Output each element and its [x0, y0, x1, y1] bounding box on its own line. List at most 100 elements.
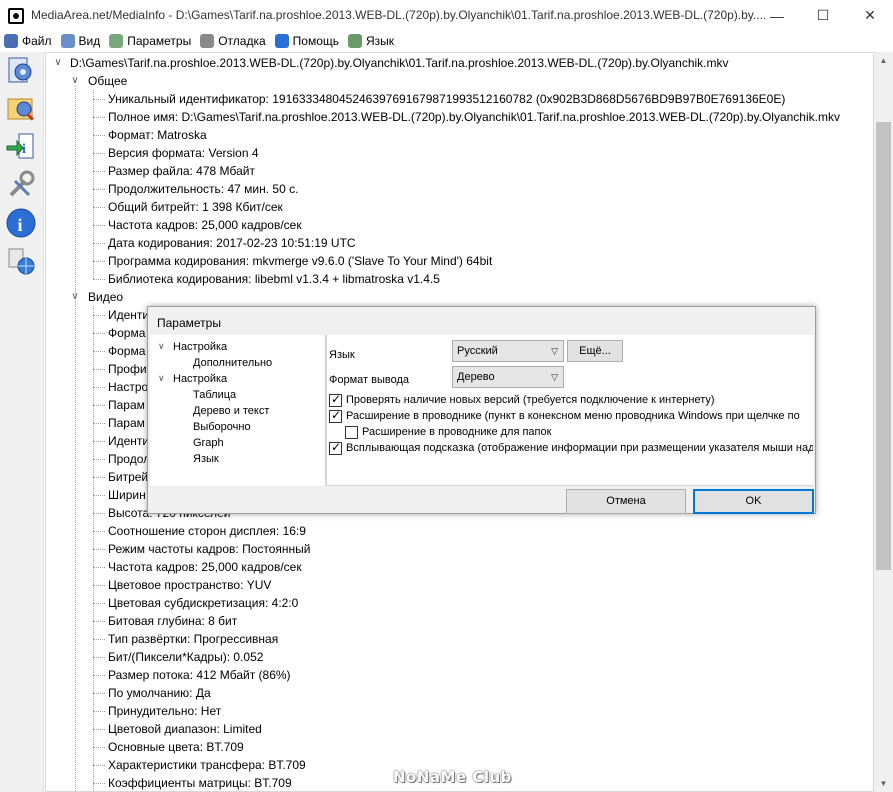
general-section-header[interactable]: Общее	[88, 72, 127, 90]
web-button[interactable]	[3, 244, 39, 278]
checkbox-label: Проверять наличие новых версий (требуетс…	[346, 394, 715, 406]
category-item[interactable]: Язык	[193, 451, 219, 467]
ok-button[interactable]: OK	[693, 489, 814, 514]
video-field[interactable]: Основные цвета: BT.709	[108, 738, 244, 756]
video-field[interactable]: Характеристики трансфера: BT.709	[108, 756, 306, 774]
video-field[interactable]: Битовая глубина: 8 бит	[108, 612, 237, 630]
checkbox[interactable]	[329, 440, 342, 455]
general-field[interactable]: Полное имя: D:\Games\Tarif.na.proshloe.2…	[108, 108, 840, 126]
checkbox[interactable]	[345, 425, 358, 439]
video-field[interactable]: Настро	[108, 378, 148, 396]
option-checkbox-row[interactable]: Расширение в проводнике для папок	[345, 424, 551, 440]
video-field[interactable]: Принудительно: Нет	[108, 702, 221, 720]
general-field[interactable]: Формат: Matroska	[108, 126, 207, 144]
video-field[interactable]: Форма	[108, 342, 145, 360]
category-item[interactable]: Таблица	[193, 387, 236, 403]
menu-label: Помощь	[292, 34, 339, 48]
menu-view[interactable]: Вид	[57, 31, 106, 51]
chevron-down-icon[interactable]: ∨	[158, 341, 165, 352]
general-field[interactable]: Продолжительность: 47 мин. 50 с.	[108, 180, 298, 198]
general-field[interactable]: Общий битрейт: 1 398 Кбит/сек	[108, 198, 283, 216]
category-group[interactable]: Настройка	[173, 371, 227, 387]
category-item[interactable]: Дерево и текст	[193, 403, 269, 419]
video-field[interactable]: Парам	[108, 396, 145, 414]
general-field[interactable]: Уникальный идентификатор: 19163334804524…	[108, 90, 785, 108]
more-languages-button[interactable]: Ещё...	[567, 340, 623, 362]
tree-connector	[93, 279, 105, 280]
general-field[interactable]: Библиотека кодирования: libebml v1.3.4 +…	[108, 270, 440, 288]
video-section-header[interactable]: Видео	[88, 288, 123, 306]
scroll-down-arrow[interactable]: ▼	[874, 775, 893, 792]
category-group[interactable]: Настройка	[173, 339, 227, 355]
general-field[interactable]: Версия формата: Version 4	[108, 144, 259, 162]
tree-connector	[93, 783, 105, 784]
video-field[interactable]: Иденти	[108, 306, 149, 324]
menu-language[interactable]: Язык	[344, 31, 399, 51]
menu-file[interactable]: Файл	[0, 31, 57, 51]
category-item[interactable]: Выборочно	[193, 419, 251, 435]
video-field[interactable]: Продол	[108, 450, 150, 468]
option-checkbox-row[interactable]: Всплывающая подсказка (отображение инфор…	[329, 440, 813, 456]
tree-connector	[93, 189, 105, 190]
chevron-down-icon[interactable]: ∨	[53, 54, 63, 72]
general-field[interactable]: Размер файла: 478 Мбайт	[108, 162, 255, 180]
close-button[interactable]: ✕	[847, 0, 893, 31]
checkbox[interactable]	[329, 408, 342, 423]
category-item[interactable]: Graph	[193, 435, 224, 451]
menu-help[interactable]: Помощь	[271, 31, 344, 51]
checkbox[interactable]	[329, 392, 342, 407]
file-path-node[interactable]: D:\Games\Tarif.na.proshloe.2013.WEB-DL.(…	[70, 54, 729, 72]
vertical-scrollbar[interactable]: ▲ ▼	[874, 52, 893, 792]
video-field[interactable]: Коэффициенты матрицы: BT.709	[108, 774, 292, 791]
output-format-label: Формат вывода	[329, 374, 410, 386]
preferences-button[interactable]	[3, 168, 39, 202]
scroll-up-arrow[interactable]: ▲	[874, 52, 893, 69]
option-checkbox-row[interactable]: Расширение в проводнике (пункт в конексн…	[329, 408, 800, 424]
maximize-button[interactable]: ☐	[800, 0, 846, 31]
video-field[interactable]: Соотношение сторон дисплея: 16:9	[108, 522, 306, 540]
video-field[interactable]: Иденти	[108, 432, 149, 450]
tree-connector	[93, 117, 105, 118]
video-field[interactable]: Ширин	[108, 486, 146, 504]
video-field[interactable]: По умолчанию: Да	[108, 684, 211, 702]
tree-connector	[93, 513, 105, 514]
output-format-select[interactable]: Дерево ▽	[452, 366, 564, 388]
about-button[interactable]: i	[3, 206, 39, 240]
chevron-down-icon[interactable]: ∨	[158, 373, 165, 384]
video-field[interactable]: Цветовой диапазон: Limited	[108, 720, 262, 738]
video-field[interactable]: Тип развёртки: Прогрессивная	[108, 630, 278, 648]
video-field[interactable]: Бит/(Пиксели*Кадры): 0.052	[108, 648, 263, 666]
video-field[interactable]: Парам	[108, 414, 145, 432]
scroll-thumb[interactable]	[876, 122, 891, 570]
category-item[interactable]: Дополнительно	[193, 355, 272, 371]
video-field[interactable]: Размер потока: 412 Мбайт (86%)	[108, 666, 291, 684]
option-checkbox-row[interactable]: Проверять наличие новых версий (требуетс…	[329, 392, 715, 408]
checkbox-label: Всплывающая подсказка (отображение инфор…	[346, 442, 813, 454]
menu-debug[interactable]: Отладка	[196, 31, 270, 51]
minimize-button[interactable]: —	[754, 0, 800, 31]
preferences-icon	[9, 170, 35, 197]
open-folder-button[interactable]	[3, 92, 39, 126]
general-field[interactable]: Дата кодирования: 2017-02-23 10:51:19 UT…	[108, 234, 356, 252]
svg-text:i: i	[18, 215, 23, 235]
video-field[interactable]: Цветовая субдискретизация: 4:2:0	[108, 594, 298, 612]
open-file-button[interactable]	[3, 54, 39, 88]
export-button[interactable]: i	[3, 130, 39, 164]
tree-connector	[93, 495, 105, 496]
cancel-button[interactable]: Отмена	[566, 489, 686, 514]
dialog-title: Параметры	[157, 316, 221, 330]
language-select[interactable]: Русский ▽	[452, 340, 564, 362]
video-field[interactable]: Профи	[108, 360, 147, 378]
tree-connector	[93, 441, 105, 442]
video-field[interactable]: Форма	[108, 324, 145, 342]
open-file-icon	[8, 57, 32, 83]
general-field[interactable]: Программа кодирования: mkvmerge v9.6.0 (…	[108, 252, 492, 270]
video-field[interactable]: Частота кадров: 25,000 кадров/сек	[108, 558, 302, 576]
preferences-category-tree[interactable]: ∨ Настройка Дополнительно ∨ Настройка Таблица…	[150, 335, 326, 486]
general-field[interactable]: Частота кадров: 25,000 кадров/сек	[108, 216, 302, 234]
video-field[interactable]: Битрей	[108, 468, 148, 486]
menu-options[interactable]: Параметры	[105, 31, 196, 51]
video-field[interactable]: Режим частоты кадров: Постоянный	[108, 540, 310, 558]
web-icon	[8, 248, 35, 275]
video-field[interactable]: Цветовое пространство: YUV	[108, 576, 271, 594]
